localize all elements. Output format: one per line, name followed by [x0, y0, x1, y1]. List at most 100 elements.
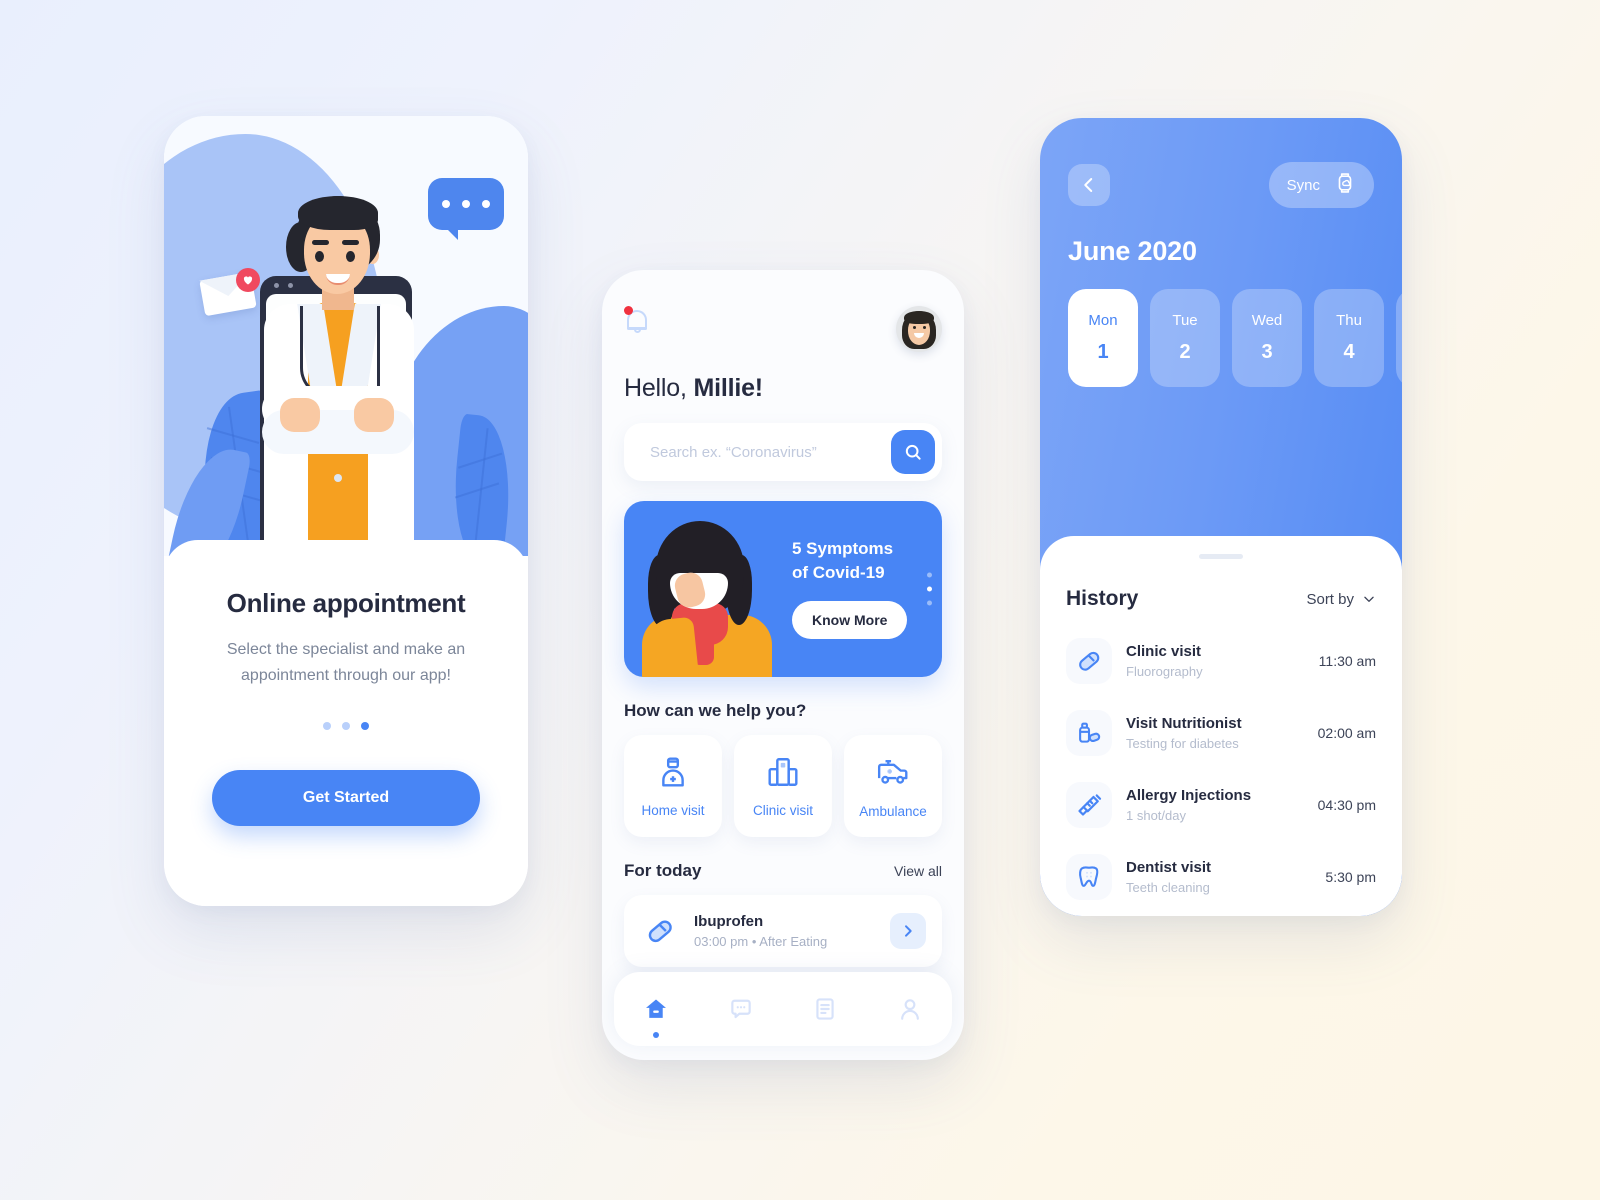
history-time: 02:00 am — [1317, 725, 1376, 741]
document-icon — [816, 998, 834, 1020]
sync-button[interactable]: Sync — [1268, 162, 1374, 208]
search-bar[interactable] — [624, 423, 942, 481]
service-label: Clinic visit — [752, 802, 813, 818]
page-subtitle: Select the specialist and make an appoin… — [226, 641, 466, 685]
greeting: Hello, Millie! — [624, 374, 942, 403]
day-number: 4 — [1343, 341, 1355, 363]
history-sub: Teeth cleaning — [1126, 880, 1210, 895]
day-selector: Mon 1 Tue 2 Wed 3 Thu 4 Fri 5 — [1068, 289, 1402, 387]
history-panel: History Sort by Clinic visit Fluorograph… — [1040, 536, 1402, 916]
history-sub: Fluorography — [1126, 664, 1203, 679]
history-row[interactable]: Call with therapist Schedule meeting 07:… — [1066, 913, 1376, 916]
chat-icon — [731, 999, 751, 1019]
heart-badge-icon — [236, 268, 260, 292]
banner-dot[interactable] — [927, 572, 932, 578]
history-row[interactable]: Visit Nutritionist Testing for diabetes … — [1066, 697, 1376, 769]
banner-title: 5 Symptoms of Covid-19 — [792, 539, 894, 583]
history-row[interactable]: Clinic visit Fluorography 11:30 am — [1066, 625, 1376, 697]
day-number: 1 — [1097, 341, 1109, 363]
back-button[interactable] — [1068, 164, 1110, 206]
carousel-dots[interactable] — [198, 721, 494, 730]
day-name: Tue — [1172, 312, 1198, 329]
history-time: 11:30 am — [1318, 653, 1376, 669]
canvas: Online appointment Select the specialist… — [0, 0, 1600, 1200]
onboarding-illustration — [164, 116, 528, 556]
know-more-button[interactable]: Know More — [792, 601, 908, 640]
service-label: Home visit — [641, 802, 705, 818]
history-sub: Testing for diabetes — [1126, 736, 1239, 751]
history-time: 5:30 pm — [1325, 869, 1376, 885]
home-screen: Hello, Millie! 5 S — [602, 270, 964, 1060]
help-section-header: How can we help you? — [624, 701, 942, 721]
day-number: 2 — [1179, 341, 1191, 363]
day-chip-fri[interactable]: Fri 5 — [1396, 289, 1402, 387]
doctor-icon — [656, 755, 690, 792]
today-medication-text: Ibuprofen 03:00 pm • After Eating — [694, 913, 876, 949]
banner-dot[interactable] — [927, 600, 932, 606]
help-section-title: How can we help you? — [624, 701, 807, 720]
sort-by-dropdown[interactable]: Sort by — [1306, 591, 1376, 608]
masked-woman-illustration — [634, 511, 786, 677]
search-input[interactable] — [650, 443, 891, 461]
pill-icon — [640, 911, 680, 951]
tab-profile[interactable] — [887, 986, 933, 1032]
day-name: Mon — [1088, 312, 1118, 329]
history-name: Allergy Injections — [1126, 787, 1252, 804]
service-card-home-visit[interactable]: Home visit — [624, 735, 722, 837]
pill-icon — [1066, 638, 1112, 684]
service-label: Ambulance — [859, 803, 927, 819]
month-title: June 2020 — [1068, 236, 1197, 266]
chevron-right-icon[interactable] — [890, 913, 926, 949]
history-row[interactable]: Allergy Injections 1 shot/day 04:30 pm — [1066, 769, 1376, 841]
service-card-ambulance[interactable]: Ambulance — [844, 735, 942, 837]
day-chip-mon[interactable]: Mon 1 — [1068, 289, 1138, 387]
covid-banner-card[interactable]: 5 Symptoms of Covid-19 Know More — [624, 501, 942, 677]
history-title: History — [1066, 587, 1139, 610]
avatar[interactable] — [896, 306, 942, 352]
get-started-button[interactable]: Get Started — [212, 769, 480, 826]
banner-dots[interactable] — [927, 572, 932, 606]
carousel-dot[interactable] — [323, 721, 331, 730]
tab-chat[interactable] — [718, 986, 764, 1032]
history-name: Dentist visit — [1126, 859, 1212, 876]
today-section-header: For today View all — [624, 861, 942, 881]
syringe-icon — [1066, 782, 1112, 828]
doctor-character — [242, 174, 432, 556]
history-screen: Sync June 2020 Mon 1 Tue 2 Wed 3 Thu 4 H… — [1040, 118, 1402, 916]
history-name: Visit Nutritionist — [1126, 715, 1242, 732]
tab-active-dot — [653, 1032, 660, 1038]
medicine-bottle-icon — [1066, 710, 1112, 756]
day-name: Thu — [1336, 312, 1362, 329]
day-name: Wed — [1251, 312, 1283, 329]
view-all-link[interactable]: View all — [894, 863, 942, 879]
day-chip-thu[interactable]: Thu 4 — [1314, 289, 1384, 387]
history-list: Clinic visit Fluorography 11:30 am Visit… — [1066, 625, 1376, 916]
day-chip-tue[interactable]: Tue 2 — [1150, 289, 1220, 387]
carousel-dot[interactable] — [342, 721, 350, 730]
home-header — [624, 306, 942, 352]
service-card-clinic-visit[interactable]: Clinic visit — [734, 735, 832, 837]
day-chip-wed[interactable]: Wed 3 — [1232, 289, 1302, 387]
banner-dot-active[interactable] — [927, 586, 932, 592]
tooth-icon — [1066, 854, 1112, 900]
bottom-tab-bar — [614, 972, 952, 1046]
person-icon — [900, 999, 919, 1020]
tab-records[interactable] — [802, 986, 848, 1032]
search-button[interactable] — [891, 430, 935, 474]
today-section-title: For today — [624, 861, 702, 880]
chevron-down-icon — [1364, 596, 1374, 602]
today-medication-row[interactable]: Ibuprofen 03:00 pm • After Eating — [624, 895, 942, 967]
drag-handle[interactable] — [1199, 554, 1243, 559]
onboarding-screen: Online appointment Select the specialist… — [164, 116, 528, 906]
history-row[interactable]: Dentist visit Teeth cleaning 5:30 pm — [1066, 841, 1376, 913]
smartwatch-icon — [1334, 171, 1356, 199]
medication-meta: 03:00 pm • After Eating — [694, 934, 828, 949]
history-header: History Sort by — [1066, 587, 1376, 611]
calendar-header: Sync June 2020 Mon 1 Tue 2 Wed 3 Thu 4 — [1040, 118, 1402, 387]
tab-home[interactable] — [633, 986, 679, 1038]
greeting-name: Millie! — [693, 374, 763, 402]
banner-text: 5 Symptoms of Covid-19 Know More — [792, 537, 910, 640]
carousel-dot-active[interactable] — [361, 721, 369, 730]
chat-bubble-icon — [428, 178, 504, 240]
notification-bell-icon[interactable] — [624, 306, 650, 334]
